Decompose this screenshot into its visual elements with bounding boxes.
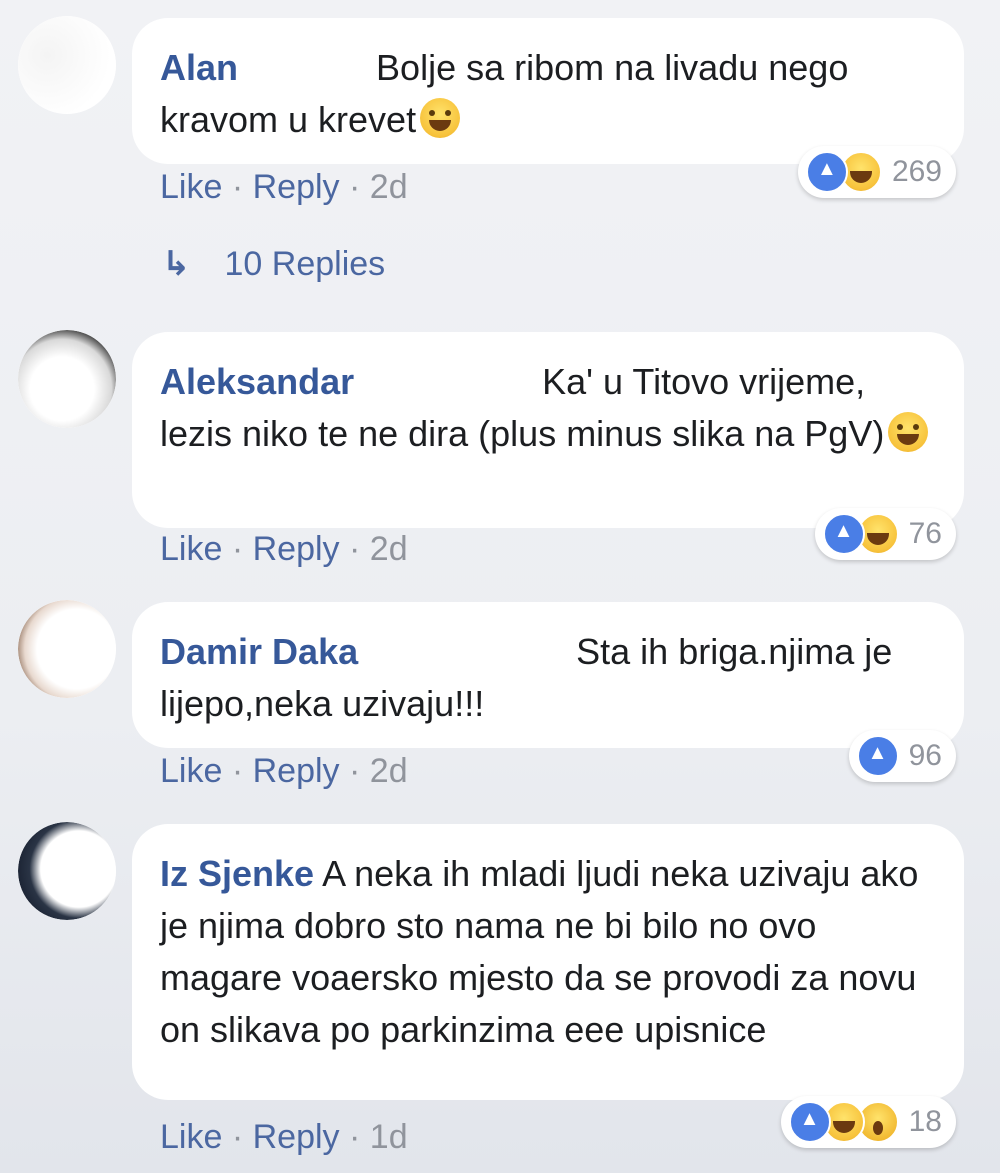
- reaction-count: 18: [908, 1105, 942, 1138]
- separator: ·: [349, 1118, 361, 1156]
- separator: ·: [231, 752, 244, 790]
- reaction-summary[interactable]: 18: [780, 1096, 956, 1148]
- view-replies-link[interactable]: ↳ 10 Replies: [162, 244, 385, 284]
- comment-actions: Like · Reply · 2d: [160, 168, 408, 207]
- comment-author[interactable]: Alan: [160, 47, 238, 88]
- like-link[interactable]: Like: [160, 530, 222, 568]
- reaction-count: 269: [891, 155, 942, 188]
- comment-author[interactable]: Iz Sjenke: [160, 853, 314, 894]
- reply-link[interactable]: Reply: [253, 1118, 340, 1156]
- separator: ·: [349, 752, 361, 790]
- separator: ·: [349, 168, 361, 206]
- comment-bubble: Damir Daka Sta ih briga.njima je lijepo,…: [132, 602, 964, 748]
- reply-link[interactable]: Reply: [253, 530, 340, 568]
- comment-bubble: Alan Bolje sa ribom na livadu nego kravo…: [132, 18, 964, 164]
- replies-count-label: 10 Replies: [224, 244, 386, 283]
- grinning-squint-emoji-icon: [420, 98, 461, 138]
- reaction-summary[interactable]: 269: [797, 146, 956, 198]
- reaction-summary[interactable]: 96: [848, 730, 956, 782]
- like-link[interactable]: Like: [160, 168, 222, 206]
- reply-link[interactable]: Reply: [253, 752, 340, 790]
- avatar[interactable]: [18, 16, 116, 114]
- comment-author[interactable]: Damir Daka: [160, 631, 358, 672]
- comment-actions: Like · Reply · 1d: [160, 1118, 408, 1157]
- redacted-name: [364, 364, 533, 398]
- comment-age[interactable]: 2d: [370, 530, 408, 568]
- comment-age[interactable]: 1d: [370, 1118, 408, 1156]
- comment-bubble: Aleksandar Ka' u Titovo vrijeme, lezis n…: [132, 332, 964, 528]
- like-link[interactable]: Like: [160, 1118, 222, 1156]
- avatar[interactable]: [18, 330, 116, 428]
- avatar[interactable]: [18, 822, 116, 920]
- separator: ·: [349, 530, 361, 568]
- comment-actions: Like · Reply · 2d: [160, 752, 408, 791]
- grinning-emoji-icon: [888, 412, 929, 452]
- comment-age[interactable]: 2d: [370, 752, 408, 790]
- like-reaction-icon: [822, 513, 865, 555]
- separator: ·: [231, 1118, 244, 1156]
- like-reaction-icon: [856, 735, 899, 777]
- like-link[interactable]: Like: [160, 752, 222, 790]
- separator: ·: [231, 530, 244, 568]
- reaction-count: 96: [908, 739, 942, 772]
- comment-author[interactable]: Aleksandar: [160, 361, 354, 402]
- reply-arrow-icon: ↳: [162, 245, 191, 283]
- like-reaction-icon: [805, 151, 848, 193]
- separator: ·: [231, 168, 244, 206]
- reaction-summary[interactable]: 76: [814, 508, 956, 560]
- avatar[interactable]: [18, 600, 116, 698]
- redacted-name: [368, 634, 567, 668]
- reply-link[interactable]: Reply: [253, 168, 340, 206]
- redacted-name: [248, 50, 367, 84]
- comment-age[interactable]: 2d: [370, 168, 408, 206]
- like-reaction-icon: [788, 1101, 831, 1143]
- reaction-count: 76: [908, 517, 942, 550]
- comment-bubble: Iz Sjenke A neka ih mladi ljudi neka uzi…: [132, 824, 964, 1100]
- comment-actions: Like · Reply · 2d: [160, 530, 408, 569]
